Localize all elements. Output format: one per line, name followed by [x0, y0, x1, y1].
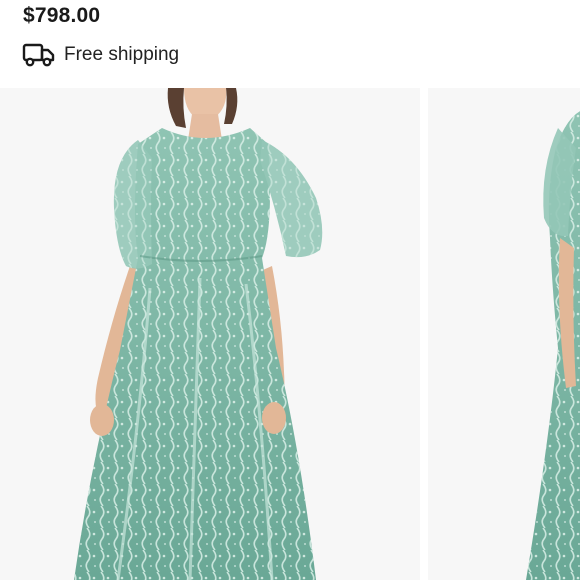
dress-photo-side	[428, 88, 580, 580]
product-price: $798.00	[23, 4, 101, 27]
product-image-secondary[interactable]	[428, 88, 580, 580]
shipping-info: Free shipping	[22, 41, 179, 69]
truck-icon	[22, 43, 55, 67]
product-page: $798.00 Free shipping	[0, 0, 580, 580]
shipping-label: Free shipping	[64, 44, 180, 65]
product-image-main[interactable]	[0, 88, 420, 580]
dress-photo-front	[0, 88, 420, 580]
product-image-gallery[interactable]	[0, 88, 580, 580]
